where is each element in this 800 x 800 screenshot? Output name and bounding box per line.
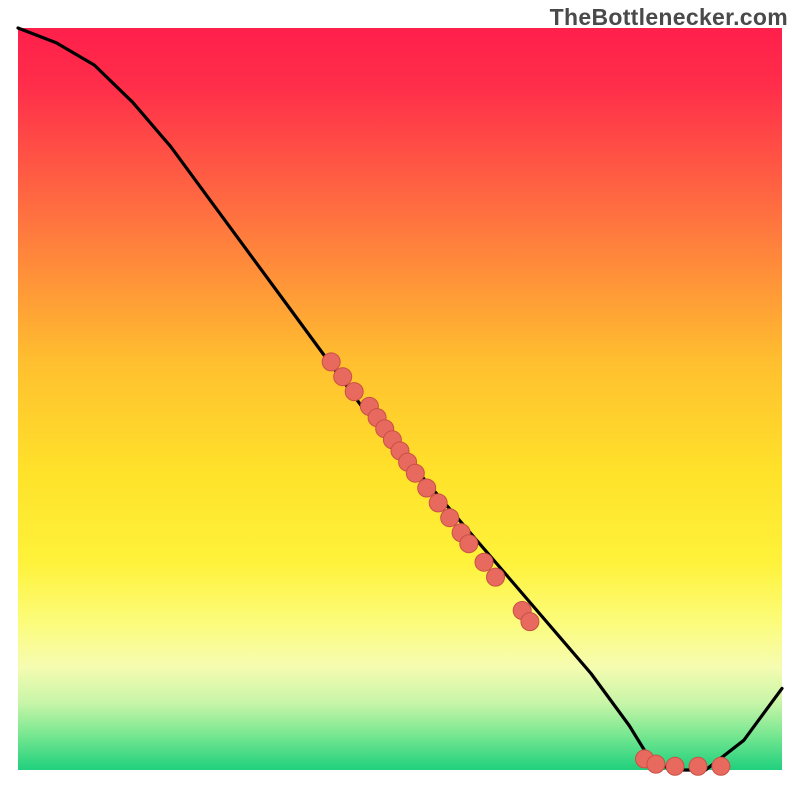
data-marker <box>334 368 352 386</box>
data-marker <box>475 553 493 571</box>
data-marker <box>521 613 539 631</box>
data-marker <box>418 479 436 497</box>
data-marker <box>406 464 424 482</box>
chart-container: TheBottlenecker.com <box>0 0 800 800</box>
data-marker <box>322 353 340 371</box>
watermark-text: TheBottlenecker.com <box>550 4 788 31</box>
data-marker <box>487 568 505 586</box>
data-marker <box>666 757 684 775</box>
data-marker <box>345 383 363 401</box>
plot-background <box>18 28 782 770</box>
data-marker <box>429 494 447 512</box>
data-marker <box>441 509 459 527</box>
data-marker <box>460 535 478 553</box>
chart-svg <box>0 0 800 800</box>
data-marker <box>689 757 707 775</box>
data-marker <box>712 757 730 775</box>
data-marker <box>647 755 665 773</box>
